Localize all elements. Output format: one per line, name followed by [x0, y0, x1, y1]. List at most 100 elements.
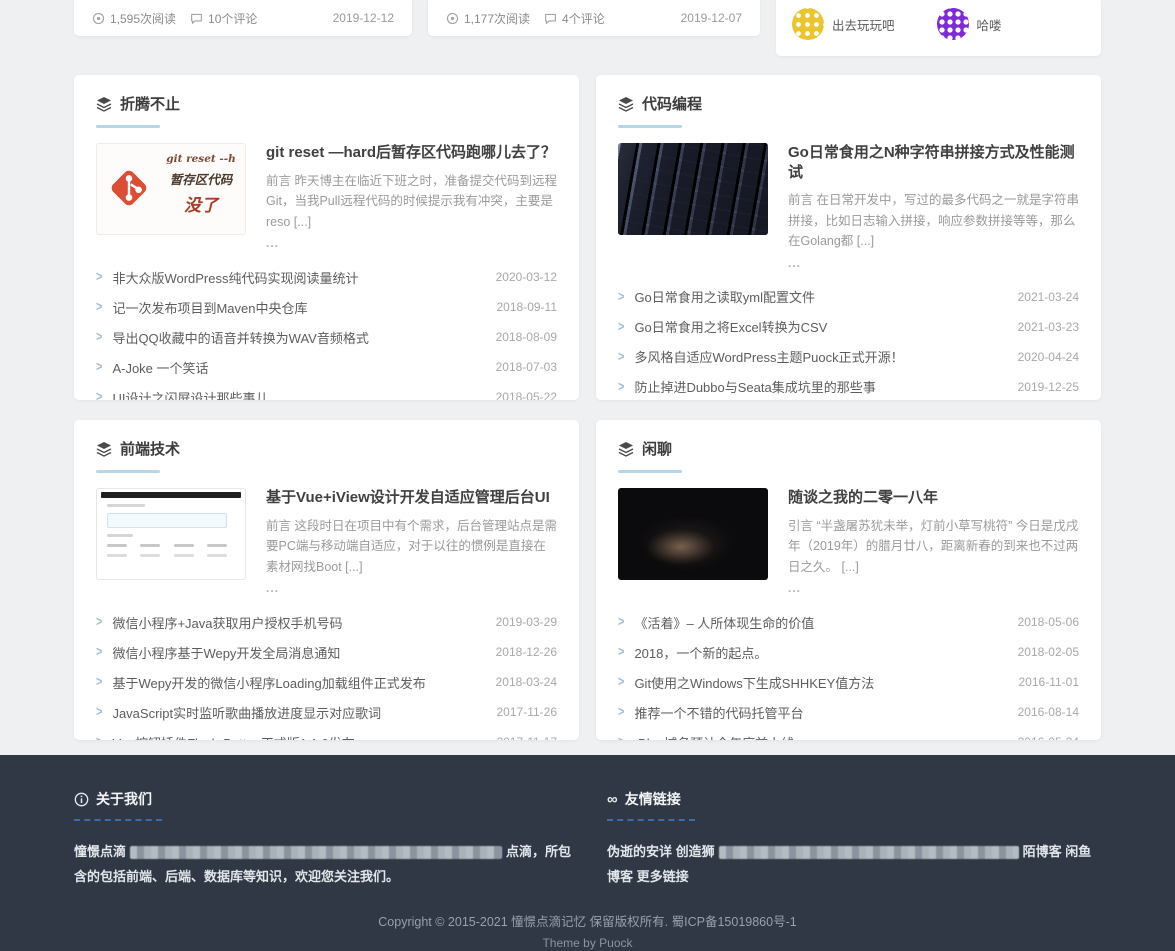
chevron-right-icon: > [618, 379, 624, 394]
post-list-item[interactable]: > 非大众版WordPress纯代码实现阅读量统计 2020-03-12 [96, 262, 557, 292]
post-list-item[interactable]: > Vue按钮插件Flash-Button正式版1.1.0发布 2017-11-… [96, 727, 557, 740]
admin-ui-table-row [107, 554, 227, 557]
section-card-coding: 代码编程 Go日常食用之N种字符串拼接方式及性能测试 前言 在日常开发中，写过的… [596, 75, 1101, 400]
post-list-item[interactable]: > 导出QQ收藏中的语音并转换为WAV音频格式 2018-08-09 [96, 322, 557, 352]
featured-post: git reset --h 暂存区代码 没了 git reset —hard后暂… [96, 143, 557, 250]
post-title: Vue按钮插件Flash-Button正式版1.1.0发布 [112, 733, 484, 740]
chevron-right-icon: > [96, 360, 102, 375]
featured-body: 随谈之我的二零一八年 引言 “半盏屠苏犹未举，灯前小草写桃符” 今日是戊戌年（2… [788, 488, 1079, 595]
post-list-item[interactable]: > 《活着》– 人所体现生命的价值 2018-05-06 [618, 607, 1079, 637]
section-header[interactable]: 代码编程 [618, 93, 1079, 114]
post-list-item[interactable]: > 微信小程序+Java获取用户授权手机号码 2019-03-29 [96, 607, 557, 637]
featured-post: 随谈之我的二零一八年 引言 “半盏屠苏犹未举，灯前小草写桃符” 今日是戊戌年（2… [618, 488, 1079, 595]
section-underline [618, 470, 682, 473]
friend-link[interactable]: 伪逝的安详 创造狮 [607, 844, 715, 859]
featured-title[interactable]: 基于Vue+iView设计开发自适应管理后台UI [266, 488, 557, 508]
post-list-item[interactable]: > 2018，一个新的起点。 2018-02-05 [618, 637, 1079, 667]
avatar [792, 8, 824, 40]
featured-thumbnail[interactable] [618, 488, 768, 580]
post-list: > 非大众版WordPress纯代码实现阅读量统计 2020-03-12 > 记… [96, 262, 557, 400]
chevron-right-icon: > [96, 390, 102, 400]
post-date: 2018-05-06 [1018, 615, 1079, 629]
chevron-right-icon: > [96, 645, 102, 660]
section-card-zheteng: 折腾不止 git reset --h 暂存区代码 没了 git reset —h… [74, 75, 579, 400]
post-list-item[interactable]: > Git使用之Windows下生成SHHKEY值方法 2016-11-01 [618, 667, 1079, 697]
links-title: 友情链接 [625, 789, 681, 809]
post-card[interactable]: 1,177次阅读 4个评论 2019-12-07 [428, 0, 760, 36]
read-more-link[interactable]: ... [788, 256, 1079, 270]
post-list-item[interactable]: > 基于Wepy开发的微信小程序Loading加载组件正式发布 2018-03-… [96, 667, 557, 697]
chevron-right-icon: > [96, 615, 102, 630]
featured-title[interactable]: 随谈之我的二零一八年 [788, 488, 1079, 508]
link-icon: ∞ [607, 792, 618, 807]
chevron-right-icon: > [96, 330, 102, 345]
post-title: 防止掉进Dubbo与Seata集成坑里的那些事 [634, 377, 1005, 396]
post-list-item[interactable]: > 多风格自适应WordPress主题Puock正式开源！ 2020-04-24 [618, 342, 1079, 372]
post-card[interactable]: 1,595次阅读 10个评论 2019-12-12 [74, 0, 412, 36]
post-list-item[interactable]: > 防止掉进Dubbo与Seata集成坑里的那些事 2019-12-25 [618, 372, 1079, 400]
section-header[interactable]: 折腾不止 [96, 93, 557, 114]
eye-icon [92, 12, 105, 25]
comment-icon [544, 12, 557, 25]
featured-title[interactable]: Go日常食用之N种字符串拼接方式及性能测试 [788, 143, 1079, 182]
admin-ui-content [97, 498, 245, 563]
git-thumb-line2: 暂存区代码 [157, 169, 245, 188]
post-date: 2018-07-03 [496, 360, 557, 374]
post-list-item[interactable]: > UI设计之闪屏设计那些事儿 2018-05-22 [96, 382, 557, 400]
post-title: 基于Wepy开发的微信小程序Loading加载组件正式发布 [112, 673, 483, 692]
about-text: 憧憬点滴点滴，所包含的包括前端、后端、数据库等知识，欢迎您关注我们。 [74, 839, 579, 890]
heading-underline [74, 819, 162, 821]
post-list-item[interactable]: > Go日常食用之将Excel转换为CSV 2021-03-23 [618, 312, 1079, 342]
admin-ui-line [107, 504, 145, 507]
links-heading: ∞ 友情链接 [607, 789, 1101, 809]
views-meta: 1,595次阅读 [92, 10, 176, 27]
featured-thumbnail[interactable]: git reset --h 暂存区代码 没了 [96, 143, 246, 235]
post-title: 多风格自适应WordPress主题Puock正式开源！ [634, 347, 1005, 366]
post-date: 2021-03-23 [1018, 320, 1079, 334]
post-list-item[interactable]: > 微信小程序基于Wepy开发全局消息通知 2018-12-26 [96, 637, 557, 667]
admin-ui-line [107, 534, 133, 537]
icp-link[interactable]: 蜀ICP备15019860号-1 [672, 915, 797, 929]
tag-label: 哈喽 [977, 15, 1002, 34]
tag-label: 出去玩玩吧 [832, 15, 895, 34]
tag-item[interactable]: 哈喽 [937, 8, 1002, 40]
post-date: 2018-02-05 [1018, 645, 1079, 659]
read-more-link[interactable]: ... [788, 581, 1079, 595]
featured-thumbnail[interactable] [96, 488, 246, 580]
section-underline [96, 470, 160, 473]
post-list-item[interactable]: > 推荐一个不错的代码托管平台 2016-08-14 [618, 697, 1079, 727]
git-thumb-line3: 没了 [157, 191, 245, 216]
about-section: 关于我们 憧憬点滴点滴，所包含的包括前端、后端、数据库等知识，欢迎您关注我们。 [74, 789, 579, 890]
post-list-item[interactable]: > JavaScript实时监听歌曲播放进度显示对应歌词 2017-11-26 [96, 697, 557, 727]
post-date: 2018-09-11 [497, 300, 558, 314]
section-header[interactable]: 闲聊 [618, 438, 1079, 459]
site-footer: 关于我们 憧憬点滴点滴，所包含的包括前端、后端、数据库等知识，欢迎您关注我们。 … [0, 755, 1175, 951]
post-list-item[interactable]: > Go日常食用之读取yml配置文件 2021-03-24 [618, 282, 1079, 312]
views-count: 1,177次阅读 [464, 10, 530, 27]
post-date: 2016-08-14 [1018, 705, 1079, 719]
chevron-right-icon: > [96, 300, 102, 315]
post-title: 微信小程序基于Wepy开发全局消息通知 [112, 643, 483, 662]
featured-title[interactable]: git reset —hard后暂存区代码跑哪儿去了？ [266, 143, 557, 163]
featured-body: git reset —hard后暂存区代码跑哪儿去了？ 前言 昨天博主在临近下班… [266, 143, 557, 250]
theme-credit: Theme by Puock [0, 933, 1175, 951]
read-more-link[interactable]: ... [266, 236, 557, 250]
post-list-item[interactable]: > 记一次发布项目到Maven中央仓库 2018-09-11 [96, 292, 557, 322]
section-header[interactable]: 前端技术 [96, 438, 557, 459]
comment-icon [190, 12, 203, 25]
post-title: 导出QQ收藏中的语音并转换为WAV音频格式 [112, 328, 483, 347]
footer-columns: 关于我们 憧憬点滴点滴，所包含的包括前端、后端、数据库等知识，欢迎您关注我们。 … [74, 789, 1101, 890]
featured-excerpt: 前言 这段时日在项目中有个需求，后台管理站点是需要PC端与移动端自适应，对于以往… [266, 516, 557, 578]
featured-body: 基于Vue+iView设计开发自适应管理后台UI 前言 这段时日在项目中有个需求… [266, 488, 557, 595]
post-date: 2018-03-24 [496, 675, 557, 689]
top-row: 1,595次阅读 10个评论 2019-12-12 1,177次阅读 4个评论 [74, 0, 1101, 56]
featured-thumbnail[interactable] [618, 143, 768, 235]
tag-item[interactable]: 出去玩玩吧 [792, 8, 895, 40]
post-list-item[interactable]: > .Blog域名预计今年底前上线 2016-05-24 [618, 727, 1079, 740]
featured-excerpt: 引言 “半盏屠苏犹未举，灯前小草写桃符” 今日是戊戌年（2019年）的腊月廿八，… [788, 516, 1079, 578]
post-date: 2019-12-25 [1018, 380, 1079, 394]
views-meta: 1,177次阅读 [446, 10, 530, 27]
section-card-chat: 闲聊 随谈之我的二零一八年 引言 “半盏屠苏犹未举，灯前小草写桃符” 今日是戊戌… [596, 420, 1101, 740]
post-list-item[interactable]: > A-Joke 一个笑话 2018-07-03 [96, 352, 557, 382]
read-more-link[interactable]: ... [266, 581, 557, 595]
